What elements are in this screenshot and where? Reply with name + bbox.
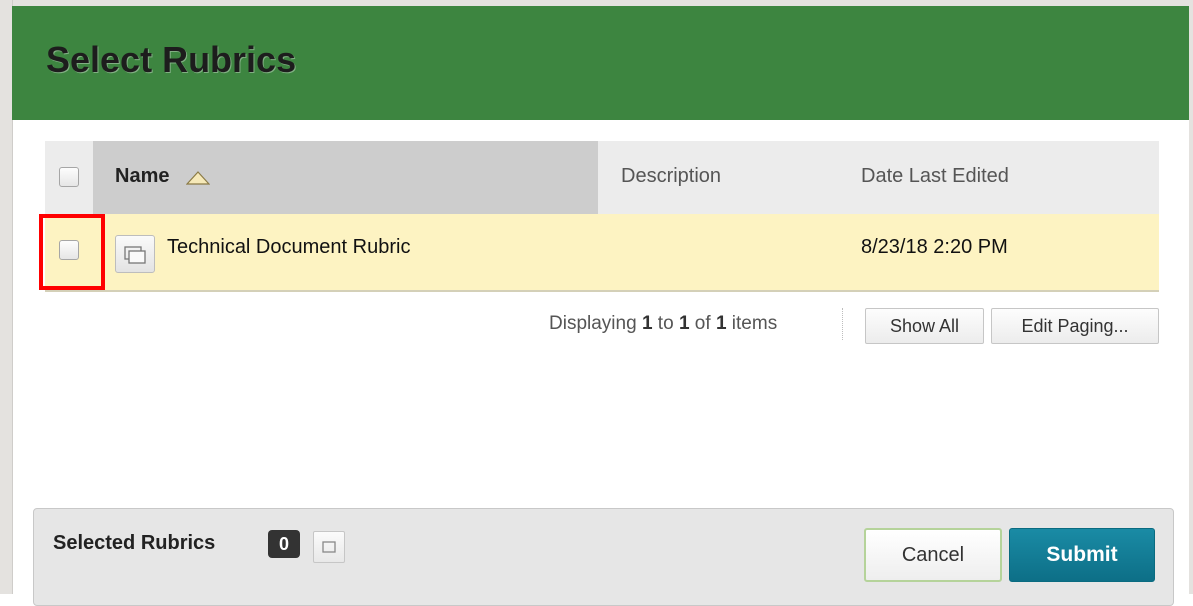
paging-to-word: to — [657, 313, 674, 334]
paging-prefix: Displaying — [549, 313, 637, 334]
paging-from: 1 — [641, 313, 653, 334]
dialog-header: Select Rubrics — [12, 6, 1189, 120]
paging-suffix: items — [731, 313, 778, 334]
paging-divider — [842, 308, 843, 340]
table-header: Name Description Date Last Edited — [45, 141, 1159, 214]
selected-items-toggle-button[interactable] — [313, 531, 345, 563]
select-all-checkbox[interactable] — [59, 167, 79, 187]
open-window-icon — [116, 246, 154, 276]
column-header-date[interactable]: Date Last Edited — [861, 165, 1009, 188]
open-rubric-button[interactable] — [115, 235, 155, 273]
selected-count-badge: 0 — [268, 530, 300, 558]
select-all-cell — [45, 141, 93, 214]
show-all-button[interactable]: Show All — [865, 308, 984, 344]
column-header-description[interactable]: Description — [621, 165, 721, 188]
cancel-button[interactable]: Cancel — [864, 528, 1002, 582]
paging-total: 1 — [715, 313, 727, 334]
column-name-label: Name — [115, 165, 170, 187]
column-header-name[interactable]: Name — [93, 141, 598, 214]
paging-of-word: of — [694, 313, 711, 334]
annotation-highlight-box — [39, 214, 105, 290]
sort-ascending-icon[interactable] — [185, 171, 211, 190]
expand-selection-icon — [314, 541, 344, 566]
window-frame-right — [1189, 0, 1193, 594]
rubric-date: 8/23/18 2:20 PM — [861, 236, 1008, 258]
selection-footer: Selected Rubrics 0 Cancel Submit — [33, 508, 1174, 606]
page-title: Select Rubrics — [46, 39, 297, 80]
edit-paging-button[interactable]: Edit Paging... — [991, 308, 1159, 344]
table-row[interactable]: Technical Document Rubric 8/23/18 2:20 P… — [45, 214, 1159, 292]
submit-button[interactable]: Submit — [1009, 528, 1155, 582]
selected-rubrics-label: Selected Rubrics — [53, 532, 216, 554]
paging-to: 1 — [678, 313, 690, 334]
rubrics-table: Name Description Date Last Edited Techni… — [45, 141, 1159, 292]
rubric-name[interactable]: Technical Document Rubric — [167, 236, 410, 259]
paging-status: Displaying 1 to 1 of 1 items — [549, 313, 777, 335]
